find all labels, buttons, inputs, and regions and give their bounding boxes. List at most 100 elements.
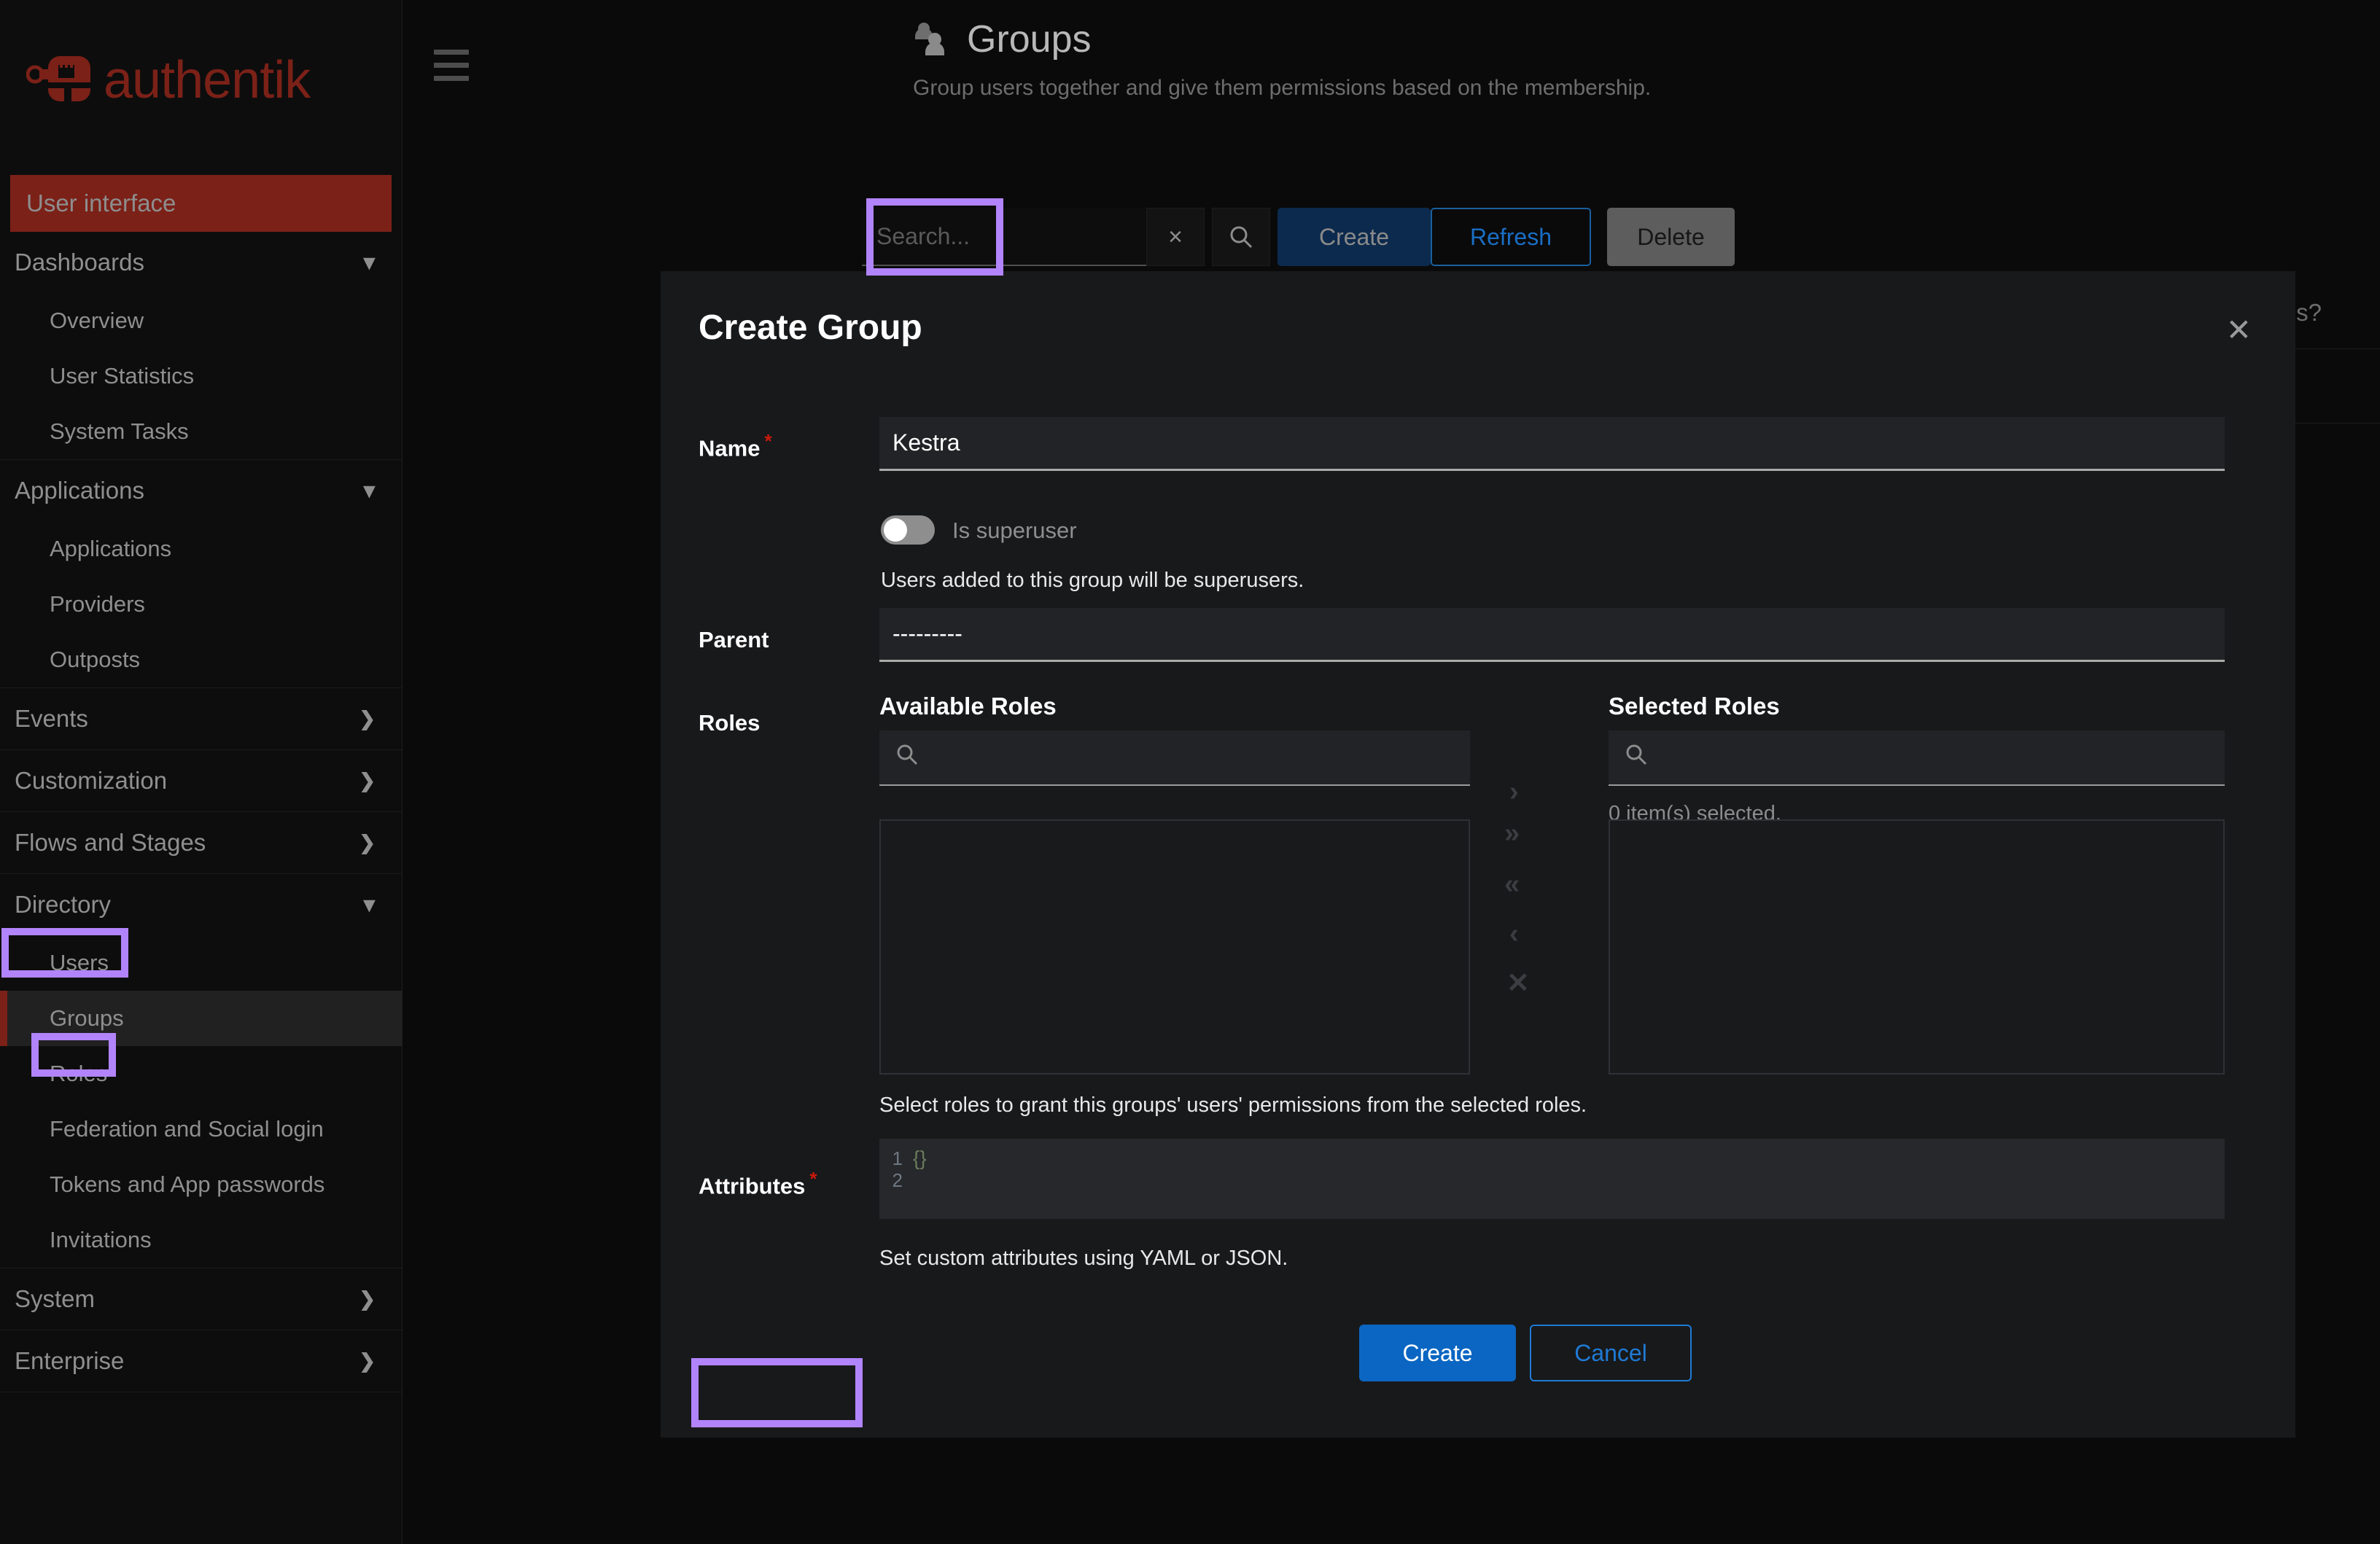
move-all-left-icon[interactable]: « [1504, 870, 1520, 898]
chevron-right-icon[interactable] [359, 709, 376, 729]
sidebar-nav: Dashboards Overview User Statistics System … [0, 232, 402, 1392]
sidebar-section-dashboards: Dashboards Overview User Statistics System … [0, 232, 402, 460]
toolbar-create-button[interactable]: Create [1278, 208, 1431, 266]
page-title: Groups [967, 18, 1092, 61]
chevron-right-icon[interactable] [359, 833, 376, 853]
sidebar-group-flows-and-stages[interactable]: Flows and Stages [0, 812, 402, 873]
sidebar-group-system[interactable]: System [0, 1268, 402, 1330]
parent-label: Parent [699, 627, 769, 652]
hamburger-menu-icon[interactable] [434, 50, 469, 81]
search-input[interactable]: Search... [862, 208, 1146, 266]
parent-select[interactable]: --------- [879, 608, 2225, 662]
selected-roles-search[interactable] [1609, 730, 2225, 786]
sidebar-item-invitations[interactable]: Invitations [0, 1212, 402, 1268]
brand-logo[interactable]: authentik [0, 0, 402, 160]
sidebar-item-outposts[interactable]: Outposts [0, 632, 402, 687]
sidebar-section-system: System [0, 1268, 402, 1330]
name-input[interactable]: Kestra [879, 417, 2225, 471]
sidebar-group-label: Directory [15, 891, 112, 918]
name-value: Kestra [892, 429, 960, 456]
sidebar-group-directory[interactable]: Directory [0, 874, 402, 935]
sidebar-item-user-statistics[interactable]: User Statistics [0, 348, 402, 404]
parent-value: --------- [892, 620, 962, 647]
required-marker: * [809, 1168, 817, 1190]
sidebar-item-groups[interactable]: Groups [0, 991, 402, 1046]
is-superuser-label: Is superuser [952, 518, 1077, 543]
available-roles-heading: Available Roles [879, 693, 1057, 720]
toolbar-delete-button[interactable]: Delete [1607, 208, 1735, 266]
sidebar-item-users[interactable]: Users [0, 935, 402, 991]
modal-form: Name * Kestra Is superuser Users added to… [661, 410, 2295, 1438]
is-superuser-hint: Users added to this group will be superu… [881, 569, 1304, 592]
chevron-down-icon[interactable] [363, 478, 376, 503]
sidebar-group-label: Flows and Stages [15, 829, 206, 856]
chevron-right-icon[interactable] [359, 771, 376, 791]
sidebar-group-dashboards[interactable]: Dashboards [0, 232, 402, 293]
chevron-down-icon[interactable] [363, 892, 376, 917]
sidebar-group-customization[interactable]: Customization [0, 750, 402, 811]
user-interface-banner[interactable]: User interface [10, 175, 392, 232]
create-group-modal: Create Group ✕ Name * Kestra Is superuser… [661, 271, 2295, 1438]
search-icon [895, 743, 919, 772]
chevron-right-icon[interactable] [359, 1290, 376, 1309]
sidebar-group-label: Events [15, 705, 88, 732]
sidebar-section-events: Events [0, 688, 402, 750]
selected-roles-listbox[interactable] [1609, 819, 2225, 1075]
attributes-hint: Set custom attributes using YAML or JSON… [879, 1247, 1288, 1270]
sidebar-group-label: System [15, 1285, 96, 1312]
toolbar-refresh-button[interactable]: Refresh [1431, 208, 1591, 266]
sidebar-item-label: Roles [50, 1061, 108, 1086]
move-left-icon[interactable]: ‹ [1509, 920, 1519, 948]
sidebar-item-providers[interactable]: Providers [0, 577, 402, 632]
required-marker: * [764, 430, 772, 452]
clear-search-icon[interactable]: × [1146, 208, 1205, 266]
sidebar: authentik User interface Dashboards Overv… [0, 0, 402, 1544]
sidebar-group-events[interactable]: Events [0, 688, 402, 749]
search-icon [1625, 743, 1648, 772]
sidebar-item-label: User Statistics [50, 363, 195, 389]
sidebar-item-tokens-and-app-passwords[interactable]: Tokens and App passwords [0, 1157, 402, 1212]
name-label: Name * [699, 430, 772, 461]
sidebar-section-directory: Directory Users Groups Roles Federation and … [0, 874, 402, 1268]
user-interface-label: User interface [26, 190, 176, 217]
is-superuser-toggle[interactable] [881, 515, 935, 545]
chevron-down-icon[interactable] [363, 250, 376, 275]
sidebar-item-applications[interactable]: Applications [0, 521, 402, 577]
chevron-right-icon[interactable] [359, 1352, 376, 1371]
page-subtitle: Group users together and give them permi… [913, 76, 1652, 100]
clear-selection-icon[interactable]: ✕ [1506, 970, 1530, 997]
sidebar-group-label: Customization [15, 767, 168, 794]
sidebar-item-federation-and-social-login[interactable]: Federation and Social login [0, 1102, 402, 1157]
roles-label: Roles [699, 710, 761, 736]
sidebar-item-system-tasks[interactable]: System Tasks [0, 404, 402, 459]
sidebar-section-applications: Applications Applications Providers Outpost… [0, 460, 402, 688]
sidebar-section-customization: Customization [0, 750, 402, 812]
modal-cancel-button[interactable]: Cancel [1530, 1325, 1692, 1381]
close-icon[interactable]: ✕ [2226, 315, 2252, 346]
selected-roles-heading: Selected Roles [1609, 693, 1780, 720]
sidebar-group-applications[interactable]: Applications [0, 460, 402, 521]
search-icon[interactable] [1212, 208, 1270, 266]
sidebar-group-label: Enterprise [15, 1347, 125, 1374]
sidebar-item-label: Groups [50, 1005, 124, 1031]
move-right-icon[interactable]: › [1509, 778, 1519, 806]
sidebar-item-label: Federation and Social login [50, 1116, 324, 1142]
sidebar-group-enterprise[interactable]: Enterprise [0, 1330, 402, 1392]
sidebar-item-roles[interactable]: Roles [0, 1046, 402, 1102]
sidebar-item-overview[interactable]: Overview [0, 293, 402, 348]
page-header: Groups Group users together and give the… [913, 17, 1651, 101]
available-roles-listbox[interactable] [879, 819, 1470, 1075]
sidebar-section-flows-and-stages: Flows and Stages [0, 812, 402, 874]
brand-name: authentik [104, 51, 311, 109]
move-all-right-icon[interactable]: » [1504, 819, 1520, 847]
sidebar-item-label: Overview [50, 308, 144, 333]
sidebar-item-label: Providers [50, 591, 145, 617]
attributes-code-editor[interactable]: 1 2 {} [879, 1139, 2225, 1219]
modal-title: Create Group [699, 308, 922, 347]
modal-create-button[interactable]: Create [1359, 1325, 1516, 1381]
sidebar-item-label: Outposts [50, 647, 141, 672]
attributes-label: Attributes * [699, 1168, 817, 1199]
roles-hint: Select roles to grant this groups' users… [879, 1093, 1587, 1117]
code-gutter: 1 2 [892, 1147, 903, 1191]
available-roles-search[interactable] [879, 730, 1470, 786]
